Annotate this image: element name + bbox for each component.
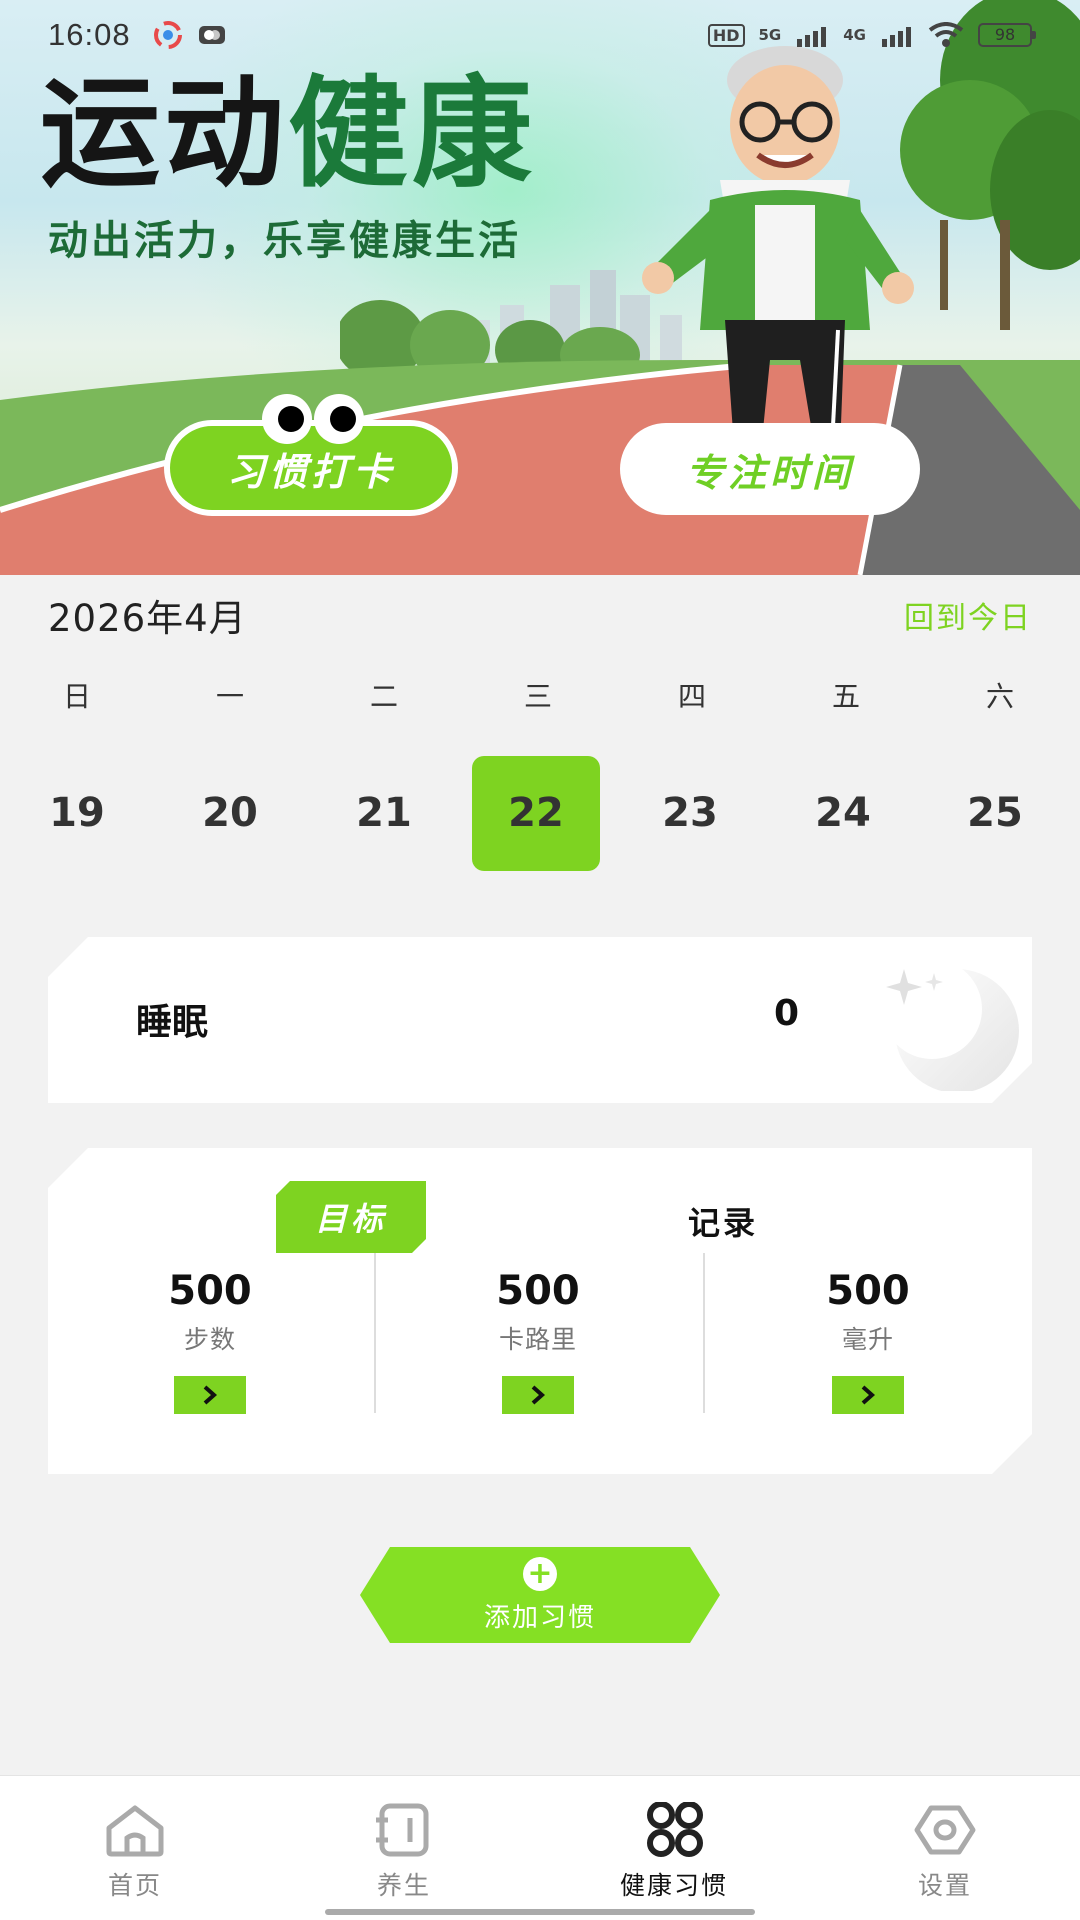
- date-cell-selected[interactable]: 22: [472, 756, 600, 871]
- calories-value: 500: [496, 1268, 580, 1314]
- status-bar: 16:08 HD 5G 4G 98: [0, 0, 1080, 70]
- 5g-badge: 5G: [758, 26, 782, 44]
- nav-label-settings: 设置: [917, 1871, 972, 1900]
- settings-icon: [914, 1805, 976, 1855]
- date-cell[interactable]: 23: [626, 756, 754, 871]
- weekday-label: 四: [677, 680, 706, 713]
- hero-title-green: 健康: [288, 65, 536, 204]
- hero-banner: 16:08 HD 5G 4G 98 运动健康 动出活力，乐享健康生活 习惯打卡 …: [0, 0, 1080, 575]
- hd-badge: HD: [707, 23, 745, 47]
- weekday-label: 二: [369, 680, 398, 713]
- 4g-badge: 4G: [843, 26, 866, 44]
- tab-target[interactable]: 目标: [276, 1181, 426, 1253]
- hero-title-black: 运动: [40, 65, 288, 204]
- weekday-label: 一: [215, 680, 244, 713]
- date-cell[interactable]: 19: [13, 756, 141, 871]
- nav-item-home[interactable]: 首页: [55, 1802, 215, 1902]
- signal-icon-2: [882, 27, 911, 47]
- app-notification-icon: [153, 21, 182, 49]
- weekday-label: 六: [985, 680, 1014, 713]
- date-cell[interactable]: 21: [320, 756, 448, 871]
- steps-detail-button[interactable]: [174, 1376, 246, 1414]
- weekday-label: 五: [831, 680, 860, 713]
- back-to-today-link[interactable]: 回到今日: [904, 593, 1032, 637]
- weekday-row: 日 一 二 三 四 五 六: [0, 675, 1080, 719]
- steps-unit: 步数: [183, 1325, 236, 1354]
- nav-label-health-habits: 健康习惯: [619, 1871, 728, 1900]
- signal-icon: [797, 27, 827, 47]
- bottom-nav: 首页 养生 健康习惯 设置: [0, 1775, 1080, 1920]
- weekday-label: 日: [62, 680, 91, 713]
- sleep-card[interactable]: 睡眠 0: [48, 937, 1032, 1103]
- add-habit-button[interactable]: + 添加习惯: [360, 1547, 720, 1643]
- nav-label-home: 首页: [107, 1871, 162, 1900]
- target-record-card: 目标 记录 500 步数 500 卡路里 500 毫升: [48, 1148, 1032, 1474]
- nav-item-wellness[interactable]: 养生: [324, 1802, 484, 1902]
- card-notification-icon: [198, 26, 225, 44]
- battery-icon: 98: [978, 23, 1036, 47]
- home-indicator[interactable]: [325, 1909, 755, 1915]
- moon-icon: [862, 951, 1032, 1091]
- nav-item-health-habits[interactable]: 健康习惯: [594, 1802, 754, 1902]
- weekday-label: 三: [523, 680, 552, 713]
- plus-icon: +: [523, 1557, 557, 1591]
- grid-icon: [647, 1802, 703, 1857]
- water-detail-button[interactable]: [832, 1376, 904, 1414]
- water-value: 500: [826, 1268, 910, 1314]
- steps-metric: 500 步数: [110, 1268, 310, 1356]
- sleep-value: 0: [774, 993, 800, 1034]
- home-icon: [106, 1805, 164, 1857]
- add-habit-label: 添加习惯: [483, 1602, 596, 1633]
- date-cell[interactable]: 25: [931, 756, 1059, 871]
- column-divider: [703, 1253, 705, 1413]
- chevron-right-icon: [529, 1384, 547, 1406]
- water-unit: 毫升: [841, 1325, 894, 1354]
- hero-subtitle: 动出活力，乐享健康生活: [48, 218, 521, 264]
- chevron-right-icon: [859, 1384, 877, 1406]
- status-time: 16:08: [48, 17, 131, 52]
- wifi-icon: [928, 22, 964, 47]
- date-cell[interactable]: 20: [166, 756, 294, 871]
- date-row: 19 20 21 22 23 24 25: [0, 756, 1080, 871]
- hero-title: 运动健康: [40, 70, 536, 200]
- calories-unit: 卡路里: [498, 1325, 577, 1354]
- nav-label-wellness: 养生: [376, 1871, 431, 1900]
- calories-metric: 500 卡路里: [438, 1268, 638, 1356]
- nav-item-settings[interactable]: 设置: [865, 1802, 1025, 1902]
- steps-value: 500: [168, 1268, 252, 1314]
- water-metric: 500 毫升: [768, 1268, 968, 1356]
- calendar-header: 2026年4月 回到今日: [48, 585, 1032, 645]
- calories-detail-button[interactable]: [502, 1376, 574, 1414]
- column-divider: [374, 1253, 376, 1413]
- month-label: 2026年4月: [48, 597, 247, 640]
- notebook-icon: [376, 1803, 429, 1857]
- eyes-decoration: [262, 394, 364, 444]
- tab-record[interactable]: 记录: [688, 1198, 758, 1244]
- focus-time-button[interactable]: 专注时间: [620, 423, 920, 515]
- sleep-label: 睡眠: [136, 1002, 209, 1043]
- date-cell[interactable]: 24: [779, 756, 907, 871]
- chevron-right-icon: [201, 1384, 219, 1406]
